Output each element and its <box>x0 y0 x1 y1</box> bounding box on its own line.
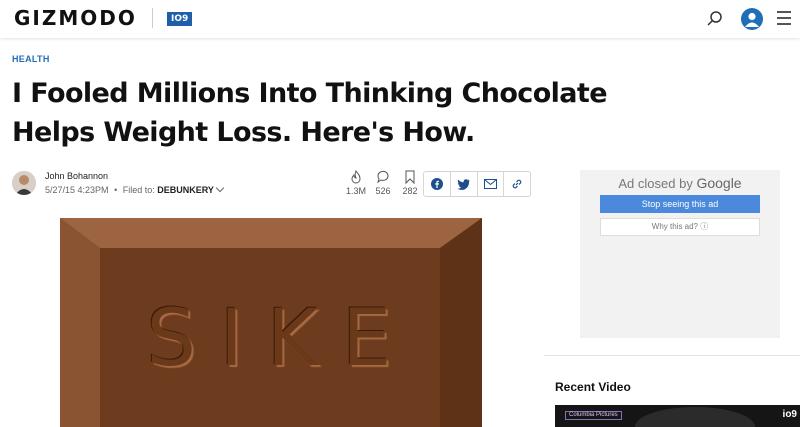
video-source-badge: Columbia Pictures <box>565 411 622 420</box>
hero-image: SIKE <box>60 218 482 427</box>
share-buttons <box>423 171 531 197</box>
video-brand-label: io9 <box>782 409 797 420</box>
comments-count: 526 <box>375 186 391 196</box>
io9-badge[interactable]: IO9 <box>167 12 193 26</box>
header-divider <box>152 8 153 28</box>
article-title: I Fooled Millions Into Thinking Chocolat… <box>12 78 608 148</box>
link-icon <box>512 179 522 189</box>
copy-link-button[interactable] <box>504 172 530 196</box>
stop-seeing-ad-button[interactable]: Stop seeing this ad <box>600 195 760 213</box>
ad-closed-prefix: Ad closed by <box>618 176 693 191</box>
author-avatar[interactable] <box>12 171 36 195</box>
chevron-down-icon[interactable] <box>215 183 225 193</box>
ad-closed-message: Ad closed by Google <box>580 175 780 191</box>
ad-container: Ad closed by Google Stop seeing this ad … <box>580 170 780 338</box>
flame-icon <box>351 170 361 184</box>
email-icon <box>483 179 497 189</box>
site-logo[interactable]: GIZMODO <box>14 6 137 30</box>
bookmark-icon[interactable] <box>404 170 416 184</box>
facebook-icon <box>430 178 443 190</box>
video-thumbnail[interactable]: Columbia Pictures io9 <box>555 405 800 427</box>
facebook-share-button[interactable] <box>424 172 451 196</box>
filed-tag-link[interactable]: DEBUNKERY <box>157 185 214 195</box>
views-count: 1.3M <box>345 186 366 196</box>
publish-date: 5/27/15 4:23PM <box>45 185 109 195</box>
user-avatar-icon[interactable] <box>741 8 763 30</box>
email-share-button[interactable] <box>478 172 505 196</box>
comment-icon[interactable] <box>376 170 390 184</box>
why-this-ad-button[interactable]: Why this ad? ⓘ <box>600 218 760 236</box>
views-stat: 1.3M <box>343 170 369 196</box>
twitter-share-button[interactable] <box>451 172 478 196</box>
twitter-icon <box>457 178 470 190</box>
meta-separator: • <box>114 185 118 195</box>
filed-label: Filed to: <box>122 185 155 195</box>
saves-count: 282 <box>402 186 418 196</box>
search-icon[interactable] <box>706 10 724 28</box>
google-brand: Google <box>696 175 742 191</box>
article-meta: 5/27/15 4:23PM • Filed to: DEBUNKERY <box>45 183 225 195</box>
video-frame-shape <box>635 407 755 427</box>
saves-stat[interactable]: 282 <box>397 170 423 196</box>
article-category[interactable]: HEALTH <box>12 54 50 64</box>
recent-video-heading: Recent Video <box>555 380 631 394</box>
comments-stat[interactable]: 526 <box>370 170 396 196</box>
site-header: GIZMODO IO9 <box>0 0 800 38</box>
author-name[interactable]: John Bohannon <box>45 171 108 181</box>
sidebar-divider <box>544 355 800 356</box>
menu-icon[interactable] <box>777 11 791 25</box>
hero-text: SIKE <box>146 294 416 384</box>
